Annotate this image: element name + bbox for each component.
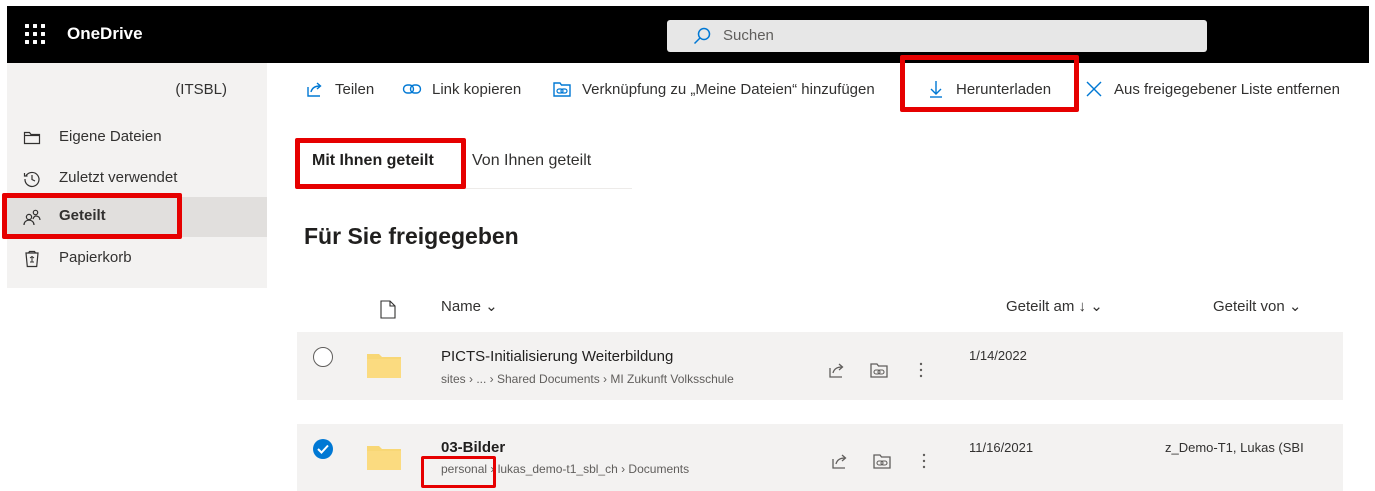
share-button[interactable]: Teilen [305,78,374,100]
table-row[interactable]: 03-Bilder personal › lukas_demo-t1_sbl_c… [297,424,1343,491]
section-title: Für Sie freigegeben [304,223,519,249]
column-header-shared-on[interactable]: Geteilt am ↓ ⌄ [1006,297,1103,315]
recycle-bin-icon [25,250,39,268]
remove-from-shared-button[interactable]: Aus freigegebener Liste entfernen [1084,78,1340,100]
column-header-shared-by[interactable]: Geteilt von ⌄ [1213,297,1301,315]
folder-icon [367,354,401,378]
nav-item-label: Zuletzt verwendet [59,169,178,186]
column-header-name[interactable]: Name ⌄ [441,297,498,315]
more-options-icon[interactable] [911,360,931,380]
download-button[interactable]: Herunterladen [926,78,1051,100]
row-select-checkbox[interactable] [313,347,333,367]
search-placeholder: Suchen [723,27,774,44]
share-icon [307,82,322,97]
app-launcher-icon[interactable] [25,24,45,44]
tab-divider [296,188,632,189]
add-shortcut-button[interactable]: Verknüpfung zu „Meine Dateien“ hinzufüge… [552,78,875,100]
app-title[interactable]: OneDrive [67,24,143,44]
file-name[interactable]: 03-Bilder [441,439,505,456]
add-shortcut-icon[interactable] [869,360,889,380]
tenant-name: (ITSBL) [175,81,227,98]
nav-item-shared[interactable]: Geteilt [7,197,267,237]
shared-on-date: 1/14/2022 [969,348,1027,363]
file-path: personal › lukas_demo-t1_sbl_ch › Docume… [441,462,690,476]
file-type-icon [380,300,396,319]
file-path: sites › ... › Shared Documents › MI Zuku… [441,372,734,386]
download-icon [930,81,942,98]
remove-from-shared-label: Aus freigegebener Liste entfernen [1114,80,1340,98]
add-shortcut-label: Verknüpfung zu „Meine Dateien“ hinzufüge… [582,80,875,98]
copy-link-label: Link kopieren [432,80,522,98]
shared-on-date: 11/16/2021 [969,440,1034,455]
nav-item-label: Papierkorb [59,249,132,266]
share-label: Teilen [335,80,375,98]
nav-item-recycle-bin[interactable]: Papierkorb [7,239,267,279]
folder-icon [23,131,41,145]
left-navigation: (ITSBL) Eigene Dateien Zuletzt verwendet… [7,63,267,288]
nav-item-my-files[interactable]: Eigene Dateien [7,118,267,158]
close-icon [1086,81,1102,97]
more-options-icon[interactable] [914,451,934,471]
nav-item-label: Eigene Dateien [59,128,162,145]
nav-item-recent[interactable]: Zuletzt verwendet [7,159,267,199]
copy-link-button[interactable]: Link kopieren [402,78,521,100]
add-shortcut-icon[interactable] [872,451,892,471]
shared-by: z_Demo-T1, Lukas (SBI [1165,440,1304,455]
tab-shared-with-you[interactable]: Mit Ihnen geteilt [312,152,434,170]
shared-icon [23,209,41,226]
file-name[interactable]: PICTS-Initialisierung Weiterbildung [441,348,673,365]
history-icon [23,171,40,187]
table-row[interactable]: PICTS-Initialisierung Weiterbildung site… [297,332,1343,400]
nav-item-label: Geteilt [59,207,106,224]
top-bar: OneDrive Suchen [7,6,1369,63]
tab-shared-by-you[interactable]: Von Ihnen geteilt [472,152,591,170]
share-icon[interactable] [830,451,850,471]
download-label: Herunterladen [956,80,1052,98]
add-shortcut-icon [553,82,571,97]
checkmark-icon [317,444,329,454]
search-icon [693,27,711,45]
row-select-checkbox[interactable] [313,439,333,459]
link-icon [402,84,422,94]
folder-icon [367,446,401,470]
search-box[interactable]: Suchen [667,20,1207,52]
share-icon[interactable] [827,360,847,380]
